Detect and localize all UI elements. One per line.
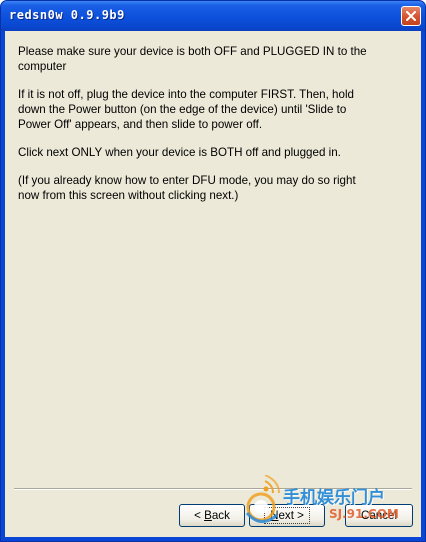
window-title: redsn0w 0.9.9b9 xyxy=(9,8,125,22)
next-label-rest: ext > xyxy=(278,509,304,522)
instructions: Please make sure your device is both OFF… xyxy=(18,44,378,216)
next-button[interactable]: Next > xyxy=(249,504,325,527)
instruction-paragraph: If it is not off, plug the device into t… xyxy=(18,88,354,131)
instruction-paragraph: (If you already know how to enter DFU mo… xyxy=(18,174,356,202)
close-icon xyxy=(406,11,416,21)
app-window: redsn0w 0.9.9b9 Please make sure your de… xyxy=(0,0,426,542)
instruction-paragraph: Please make sure your device is both OFF… xyxy=(18,45,367,73)
back-mnemonic: B xyxy=(204,509,212,522)
title-bar[interactable]: redsn0w 0.9.9b9 xyxy=(1,1,425,31)
close-button[interactable] xyxy=(401,6,421,26)
cancel-label: Cancel xyxy=(360,509,398,522)
back-prefix: < xyxy=(194,509,205,522)
cancel-button[interactable]: Cancel xyxy=(345,504,413,527)
back-label-rest: ack xyxy=(211,509,230,522)
back-button[interactable]: < Back xyxy=(179,504,245,527)
instruction-paragraph: Click next ONLY when your device is BOTH… xyxy=(18,146,341,159)
next-focus-ring: Next > xyxy=(264,507,310,524)
client-area: Please make sure your device is both OFF… xyxy=(5,31,421,537)
separator xyxy=(14,488,412,490)
